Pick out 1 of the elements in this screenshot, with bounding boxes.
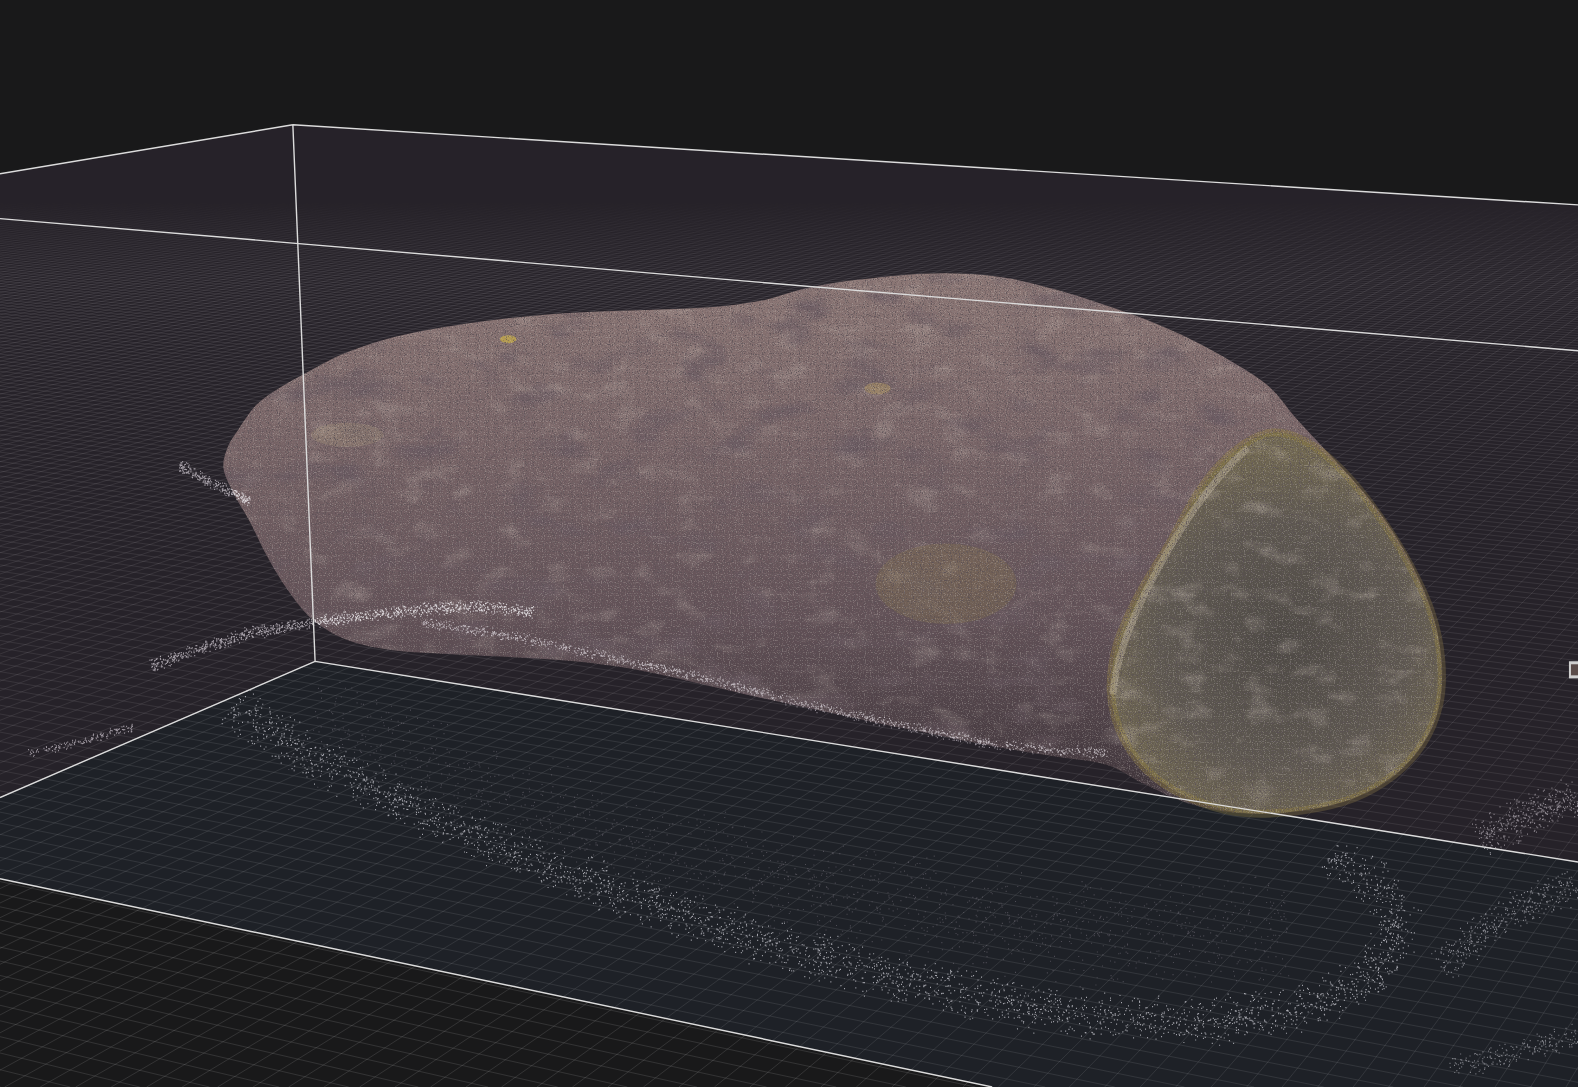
photo-thumbnail [1568, 661, 1578, 679]
